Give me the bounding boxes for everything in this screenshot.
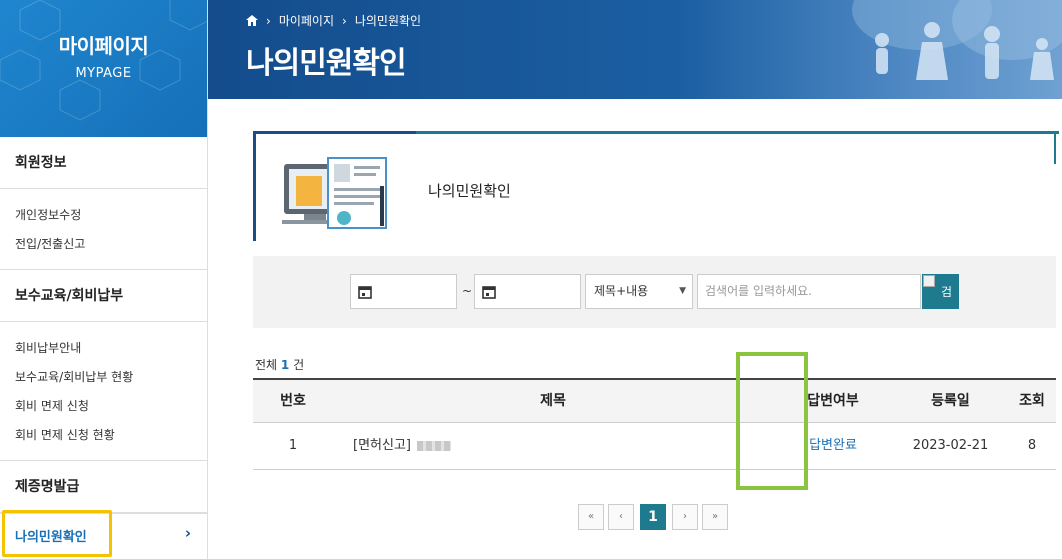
family-illustration-icon	[852, 0, 1062, 80]
menu-title-member-info[interactable]: 회원정보	[0, 137, 207, 189]
divider	[1054, 134, 1056, 164]
count-suffix: 건	[293, 358, 305, 372]
cell-title[interactable]: [면허신고]	[333, 423, 773, 469]
cell-number: 1	[288, 438, 298, 453]
home-icon[interactable]	[246, 15, 258, 26]
sidebar-header: 마이페이지 MYPAGE	[0, 0, 207, 137]
info-title: 나의민원확인	[428, 182, 511, 200]
sidebar-item-fee-status[interactable]: 보수교육/회비납부 현황	[15, 363, 207, 392]
document-illustration-icon	[282, 157, 387, 229]
complaints-table: 번호 제목 답변여부 등록일 조회 1 [면허신고] 답변완료 2023-02-…	[253, 378, 1056, 470]
info-box: 나의민원확인	[253, 131, 1059, 241]
search-button-label: 검	[941, 285, 953, 299]
menu-title-education-fees[interactable]: 보수교육/회비납부	[0, 270, 207, 322]
menu-sub-list: 개인정보수정 전입/전출신고	[0, 189, 207, 269]
menu-group-certificates: 제증명발급	[0, 461, 207, 514]
next-page-button[interactable]: ›	[672, 504, 698, 530]
page-title: 나의민원확인	[246, 46, 407, 81]
sidebar-item-fee-guide[interactable]: 회비납부안내	[15, 334, 207, 363]
menu-sub-list: 회비납부안내 보수교육/회비납부 현황 회비 면제 신청 회비 면제 신청 현황	[0, 322, 207, 460]
breadcrumb-item-current: 나의민원확인	[354, 14, 422, 28]
breadcrumb-separator: ›	[266, 13, 271, 28]
breadcrumb-separator: ›	[342, 13, 347, 28]
page-banner: › 마이페이지 › 나의민원확인 나의민원확인	[208, 0, 1062, 99]
sidebar-item-fee-exemption[interactable]: 회비 면제 신청	[15, 392, 207, 421]
menu-group-education-fees: 보수교육/회비납부 회비납부안내 보수교육/회비납부 현황 회비 면제 신청 회…	[0, 270, 207, 461]
search-bar: ~ 제목+내용 ▼ 검색어를 입력하세요. 검	[253, 256, 1056, 328]
answer-column-highlight	[736, 352, 808, 490]
col-header-views: 조회	[1008, 380, 1056, 422]
cell-date: 2023-02-21	[912, 438, 989, 453]
cell-title-text[interactable]: [면허신고]	[353, 438, 411, 453]
date-range-tilde: ~	[462, 284, 473, 298]
last-page-button[interactable]: »	[702, 504, 728, 530]
redacted-text	[416, 440, 451, 451]
chevron-right-icon: ›	[184, 524, 191, 542]
page-number-current[interactable]: 1	[640, 504, 666, 530]
menu-title-certificates[interactable]: 제증명발급	[0, 461, 207, 513]
search-type-value: 제목+내용	[594, 284, 649, 298]
sidebar-subtitle: MYPAGE	[75, 66, 132, 81]
search-button[interactable]: 검	[922, 274, 959, 309]
col-header-title: 제목	[333, 380, 773, 422]
search-input[interactable]: 검색어를 입력하세요.	[697, 274, 921, 309]
count-prefix: 전체	[255, 358, 278, 372]
date-to-field[interactable]	[474, 274, 581, 309]
calendar-icon	[358, 286, 372, 299]
sidebar-item-edit-profile[interactable]: 개인정보수정	[15, 201, 207, 230]
page: 마이페이지 MYPAGE 회원정보 개인정보수정 전입/전출신고 보수교육/회비…	[0, 0, 1062, 559]
table-row[interactable]: 1 [면허신고] 답변완료 2023-02-21 8	[253, 423, 1056, 470]
table-header-row: 번호 제목 답변여부 등록일 조회	[253, 380, 1056, 423]
date-from-field[interactable]	[350, 274, 457, 309]
breadcrumb: › 마이페이지 › 나의민원확인	[246, 12, 421, 29]
count-number: 1	[280, 358, 290, 372]
calendar-icon	[482, 286, 496, 299]
sidebar-item-transfer-report[interactable]: 전입/전출신고	[15, 230, 207, 259]
breadcrumb-item-mypage[interactable]: 마이페이지	[279, 12, 334, 29]
divider	[416, 131, 1059, 134]
sidebar: 마이페이지 MYPAGE 회원정보 개인정보수정 전입/전출신고 보수교육/회비…	[0, 0, 208, 559]
col-header-number: 번호	[253, 380, 333, 422]
col-header-date: 등록일	[893, 380, 1008, 422]
caret-down-icon: ▼	[679, 286, 686, 296]
active-item-highlight	[2, 510, 112, 557]
first-page-button[interactable]: «	[578, 504, 604, 530]
cell-views: 8	[1027, 438, 1037, 453]
menu-group-member: 회원정보 개인정보수정 전입/전출신고	[0, 137, 207, 270]
prev-page-button[interactable]: ‹	[608, 504, 634, 530]
sidebar-item-fee-exemption-status[interactable]: 회비 면제 신청 현황	[15, 421, 207, 450]
broken-image-icon	[923, 275, 935, 287]
result-count: 전체 1 건	[255, 356, 304, 373]
search-type-select[interactable]: 제목+내용 ▼	[585, 274, 693, 309]
sidebar-title: 마이페이지	[58, 34, 149, 58]
